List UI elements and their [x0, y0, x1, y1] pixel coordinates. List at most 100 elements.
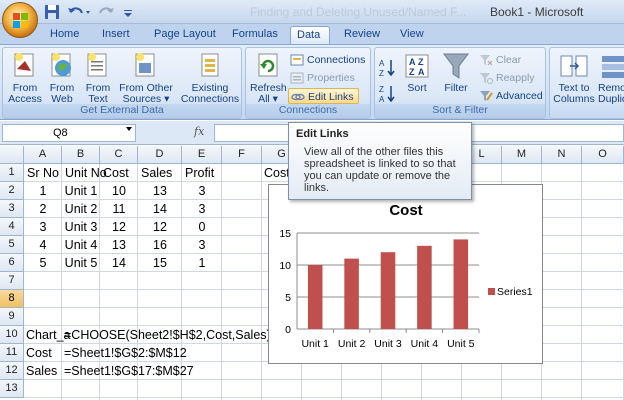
row-header-4[interactable]: 4 — [0, 218, 24, 236]
row-header-3[interactable]: 3 — [0, 200, 24, 218]
header-cell[interactable]: Sr No — [27, 164, 59, 182]
column-header-m[interactable]: M — [502, 146, 542, 164]
data-cell[interactable]: Unit 1 — [62, 182, 100, 200]
data-cell[interactable]: 12 — [100, 218, 138, 236]
clear-button[interactable]: Clear — [477, 52, 521, 68]
existing-connections-button[interactable]: Existing Connections — [179, 51, 241, 105]
data-cell[interactable]: 4 — [24, 236, 62, 254]
data-cell[interactable]: 3 — [182, 200, 222, 218]
row-header-13[interactable]: 13 — [0, 380, 24, 398]
row-header-2[interactable]: 2 — [0, 182, 24, 200]
text-to-columns-button[interactable]: Text to Columns — [552, 51, 596, 105]
cost-name-formula[interactable]: =Sheet1!$G$2:$M$12 — [64, 344, 187, 362]
tab-page-layout[interactable]: Page Layout — [148, 26, 222, 44]
tab-insert[interactable]: Insert — [96, 26, 136, 44]
row-header-6[interactable]: 6 — [0, 254, 24, 272]
data-cell[interactable]: 15 — [138, 254, 182, 272]
name-box[interactable]: Q8 — [2, 124, 136, 142]
sales-name-formula[interactable]: =Sheet1!$G$17:$M$27 — [64, 362, 194, 380]
sort-za-icon[interactable]: Z A — [379, 84, 397, 104]
data-cell[interactable]: Unit 3 — [62, 218, 100, 236]
row-header-7[interactable]: 7 — [0, 272, 24, 290]
data-cell[interactable]: 0 — [182, 218, 222, 236]
data-cell[interactable]: 5 — [24, 254, 62, 272]
data-cell[interactable]: 1 — [24, 182, 62, 200]
data-cell[interactable]: 16 — [138, 236, 182, 254]
svg-text:A: A — [418, 67, 425, 77]
data-cell[interactable]: 3 — [24, 218, 62, 236]
group-label-connections: Connections — [246, 104, 370, 118]
filter-button[interactable]: Filter — [439, 51, 473, 105]
from-text-button[interactable]: From Text — [81, 51, 115, 105]
group-data-tools: Text to Columns Remo Duplic — [549, 47, 624, 119]
data-cell[interactable]: Unit 4 — [62, 236, 100, 254]
data-cell[interactable]: 12 — [138, 218, 182, 236]
name-box-dropdown-icon[interactable] — [126, 127, 132, 131]
column-header-e[interactable]: E — [182, 146, 222, 164]
column-header-c[interactable]: C — [100, 146, 138, 164]
column-header-b[interactable]: B — [62, 146, 100, 164]
select-all-corner[interactable] — [0, 146, 24, 164]
save-icon[interactable] — [44, 3, 60, 21]
data-cell[interactable]: Unit 5 — [62, 254, 100, 272]
row-header-10[interactable]: 10 — [0, 326, 24, 344]
cost-chart[interactable]: Cost 0 5 10 15 Unit 1 Unit 2 Unit 3 Unit 4 Unit 5… — [268, 184, 543, 364]
edit-links-button[interactable]: Edit Links — [288, 88, 359, 104]
cell-g1-label[interactable]: Cost — [264, 164, 290, 182]
tab-home[interactable]: Home — [44, 26, 85, 44]
redo-icon[interactable] — [96, 3, 120, 21]
tab-review[interactable]: Review — [338, 26, 386, 44]
row-header-9[interactable]: 9 — [0, 308, 24, 326]
data-cell[interactable]: 14 — [138, 200, 182, 218]
from-other-sources-button[interactable]: From Other Sources ▾ — [117, 51, 175, 105]
refresh-all-button[interactable]: Refresh All ▾ — [250, 51, 287, 105]
data-cell[interactable]: Unit 2 — [62, 200, 100, 218]
column-header-f[interactable]: F — [222, 146, 262, 164]
column-header-n[interactable]: N — [542, 146, 582, 164]
data-cell[interactable]: 10 — [100, 182, 138, 200]
data-cell[interactable]: 2 — [24, 200, 62, 218]
tab-formulas[interactable]: Formulas — [226, 26, 284, 44]
header-cell[interactable]: Cost — [103, 164, 129, 182]
from-access-button[interactable]: From Access — [7, 51, 43, 105]
cost-name-label[interactable]: Cost — [26, 344, 52, 362]
tab-data[interactable]: Data — [290, 26, 330, 44]
group-label-sort-filter: Sort & Filter — [375, 104, 545, 118]
data-cell[interactable]: 3 — [182, 236, 222, 254]
data-cell[interactable]: 13 — [100, 236, 138, 254]
header-cell[interactable]: Sales — [141, 164, 172, 182]
connections-button[interactable]: Connections — [288, 52, 365, 68]
row-header-11[interactable]: 11 — [0, 344, 24, 362]
data-cell[interactable]: 3 — [182, 182, 222, 200]
column-header-a[interactable]: A — [24, 146, 62, 164]
header-cell[interactable]: Profit — [185, 164, 214, 182]
customize-quick-access-icon[interactable] — [122, 3, 134, 21]
properties-button[interactable]: Properties — [288, 70, 355, 86]
office-button[interactable] — [2, 2, 38, 38]
row-header-5[interactable]: 5 — [0, 236, 24, 254]
reapply-button[interactable]: Reapply — [477, 70, 535, 86]
y-tick-label: 0 — [285, 324, 291, 336]
undo-icon[interactable] — [66, 3, 92, 21]
data-cell[interactable]: 11 — [100, 200, 138, 218]
legend-label: Series1 — [497, 286, 533, 298]
data-cell[interactable]: 1 — [182, 254, 222, 272]
sort-button[interactable]: A Z Z A Sort — [401, 51, 433, 105]
row-header-12[interactable]: 12 — [0, 362, 24, 380]
advanced-button[interactable]: Advanced — [477, 88, 543, 104]
grid-row-line — [24, 397, 624, 398]
from-web-button[interactable]: From Web — [45, 51, 79, 105]
data-cell[interactable]: 13 — [138, 182, 182, 200]
column-header-o[interactable]: O — [582, 146, 624, 164]
header-cell[interactable]: Unit No — [65, 164, 107, 182]
column-header-d[interactable]: D — [138, 146, 182, 164]
chart-name-formula[interactable]: =CHOOSE(Sheet2!$H$2,Cost,Sales) — [64, 326, 271, 344]
remove-duplicates-button[interactable]: Remo Duplic — [598, 51, 624, 105]
row-header-1[interactable]: 1 — [0, 164, 24, 182]
data-cell[interactable]: 14 — [100, 254, 138, 272]
insert-function-icon[interactable]: fx — [194, 125, 204, 138]
tab-view[interactable]: View — [394, 26, 430, 44]
row-header-8[interactable]: 8 — [0, 290, 24, 308]
sort-az-icon[interactable]: A Z — [379, 58, 397, 78]
sales-name-label[interactable]: Sales — [26, 362, 57, 380]
